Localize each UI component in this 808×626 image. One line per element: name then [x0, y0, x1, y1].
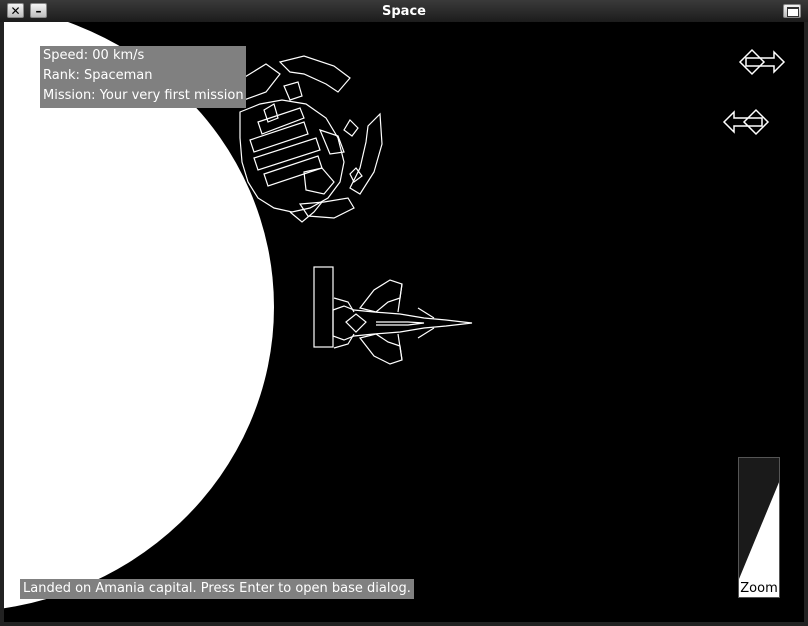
- window-title: Space: [382, 4, 426, 19]
- hud-rank: Rank: Spaceman: [43, 68, 153, 83]
- zoom-slider[interactable]: Zoom: [738, 457, 780, 598]
- window-titlebar: ✕ – Space: [0, 0, 808, 23]
- hud-panel: Speed: 00 km/s Rank: Spaceman Mission: Y…: [40, 46, 246, 108]
- arrow-left-diamond-icon[interactable]: [722, 106, 772, 138]
- hud-mission: Mission: Your very first mission: [43, 88, 244, 103]
- maximize-button[interactable]: [783, 4, 801, 18]
- player-ship: [313, 266, 473, 365]
- zoom-label: Zoom: [740, 581, 778, 596]
- arrow-right-diamond-icon[interactable]: [738, 46, 788, 78]
- game-viewport[interactable]: Speed: 00 km/s Rank: Spaceman Mission: Y…: [4, 22, 804, 622]
- status-message: Landed on Amania capital. Press Enter to…: [20, 579, 414, 599]
- zoom-track[interactable]: [739, 458, 779, 579]
- hud-speed: Speed: 00 km/s: [43, 48, 145, 63]
- zoom-level-fill: [739, 482, 779, 579]
